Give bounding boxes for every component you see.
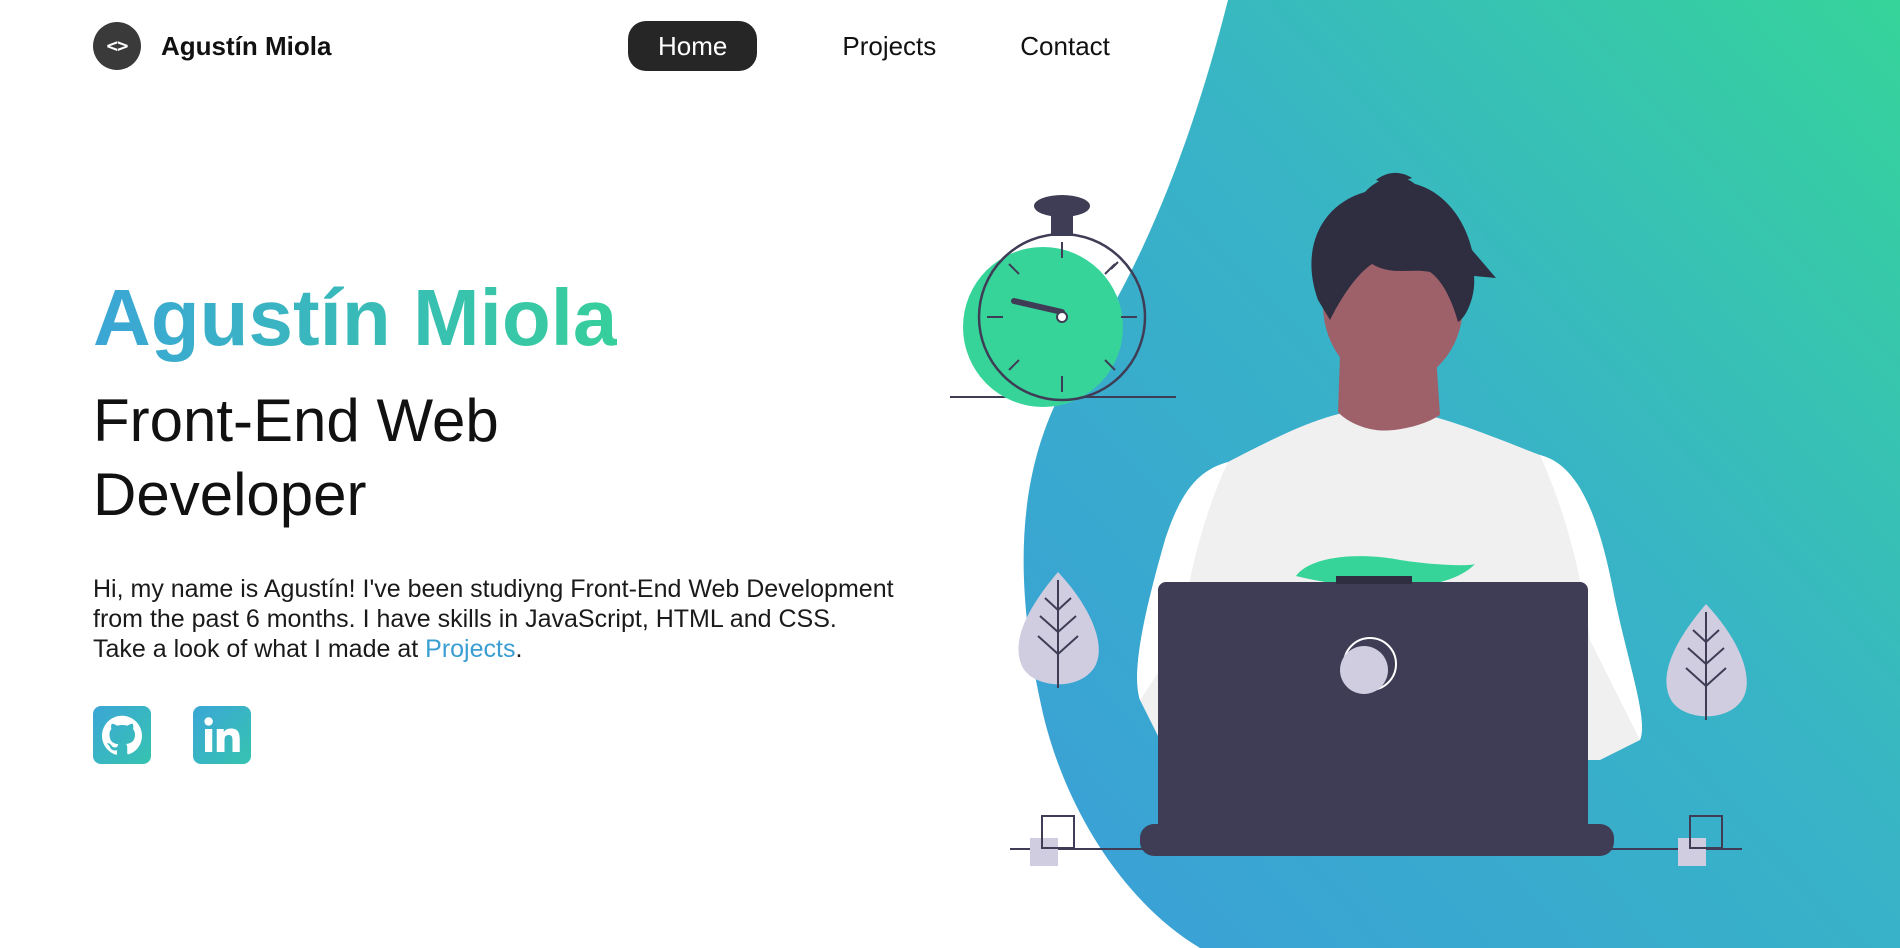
hero-section: Agustín Miola Front-End Web Developer Hi… <box>93 270 913 764</box>
laptop-icon <box>1140 576 1614 856</box>
nav-home[interactable]: Home <box>628 21 758 71</box>
code-icon: <> <box>93 22 141 70</box>
github-icon <box>102 715 142 755</box>
description-suffix: . <box>515 635 523 663</box>
social-links <box>93 706 913 764</box>
github-button[interactable] <box>93 706 151 764</box>
page: <> Agustín Miola Home Projects Contact A… <box>0 0 1900 948</box>
nav-contact[interactable]: Contact <box>990 21 1140 71</box>
description-prefix: Take a look of what I made at <box>93 635 426 663</box>
linkedin-icon <box>204 717 240 752</box>
linkedin-button[interactable] <box>193 706 251 764</box>
right-plant-icon <box>1666 604 1747 720</box>
hero-name: Agustín Miola <box>93 270 617 366</box>
description-line-2: Take a look of what I made at Projects. <box>93 634 933 664</box>
stopwatch-icon <box>950 195 1176 407</box>
description-line-1: Hi, my name is Agustín! I've been studiy… <box>93 575 894 633</box>
site-header: <> Agustín Miola Home Projects Contact <box>0 0 1900 92</box>
hero-description: Hi, my name is Agustín! I've been studiy… <box>93 574 933 664</box>
brand-link[interactable]: <> Agustín Miola <box>93 22 331 70</box>
brand-name: Agustín Miola <box>161 30 332 61</box>
hero-role: Front-End Web Developer <box>93 387 499 528</box>
nav-projects[interactable]: Projects <box>812 21 966 71</box>
left-plant-icon <box>1018 572 1099 688</box>
projects-link[interactable]: Projects <box>425 635 515 663</box>
main-nav: Home Projects Contact <box>628 21 1164 71</box>
